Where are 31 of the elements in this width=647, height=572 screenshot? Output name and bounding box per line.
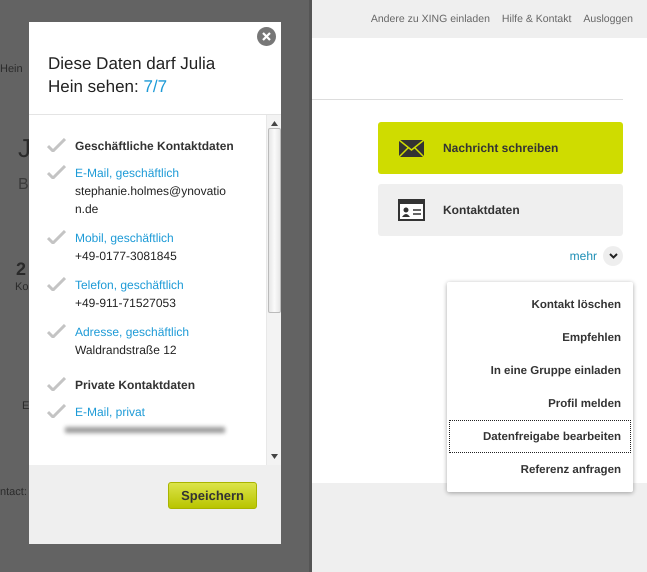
field-label: E-Mail, geschäftlich: [75, 165, 180, 182]
menu-item[interactable]: Empfehlen: [449, 321, 631, 354]
field-label: Mobil, geschäftlich: [75, 230, 175, 247]
menu-item[interactable]: In eine Gruppe einladen: [449, 354, 631, 387]
field-label: E-Mail, privat: [75, 404, 146, 421]
background-text: Ko: [15, 281, 28, 293]
action-button[interactable]: Nachricht schreiben: [378, 122, 623, 174]
section-heading: Geschäftliche Kontaktdaten: [75, 139, 234, 153]
background-text: 2: [16, 259, 26, 280]
background-text: J: [18, 133, 31, 164]
field-value: +49-911-71527053: [75, 295, 177, 312]
field-value: Waldrandstraße 12: [75, 342, 178, 359]
header-link[interactable]: Andere zu XING einladen: [370, 13, 490, 25]
background-text: ntact:: [0, 486, 27, 498]
field-value: stephanie.holmes@ynovation.de: [75, 183, 227, 218]
header-link[interactable]: Hilfe & Kontakt: [502, 13, 572, 25]
field-label: Adresse, geschäftlich: [75, 324, 190, 341]
more-link[interactable]: mehr: [570, 249, 597, 263]
background-text: Hein: [0, 63, 23, 75]
menu-item[interactable]: Datenfreigabe bearbeiten: [449, 420, 631, 453]
menu-item[interactable]: Kontakt löschen: [449, 288, 631, 321]
menu-item[interactable]: Profil melden: [449, 387, 631, 420]
header-link[interactable]: Ausloggen: [583, 13, 633, 25]
menu-item[interactable]: Referenz anfragen: [449, 453, 631, 486]
background-text: E: [22, 400, 30, 412]
field-value: +49-0177-3081845: [75, 248, 177, 265]
dialog-title: Diese Daten darf Julia Hein sehen: 7/7: [29, 22, 281, 115]
action-button[interactable]: Kontaktdaten: [378, 184, 623, 236]
section-heading: Private Kontaktdaten: [75, 378, 196, 392]
field-label: Telefon, geschäftlich: [75, 277, 184, 294]
save-button[interactable]: Speichern: [168, 482, 257, 509]
